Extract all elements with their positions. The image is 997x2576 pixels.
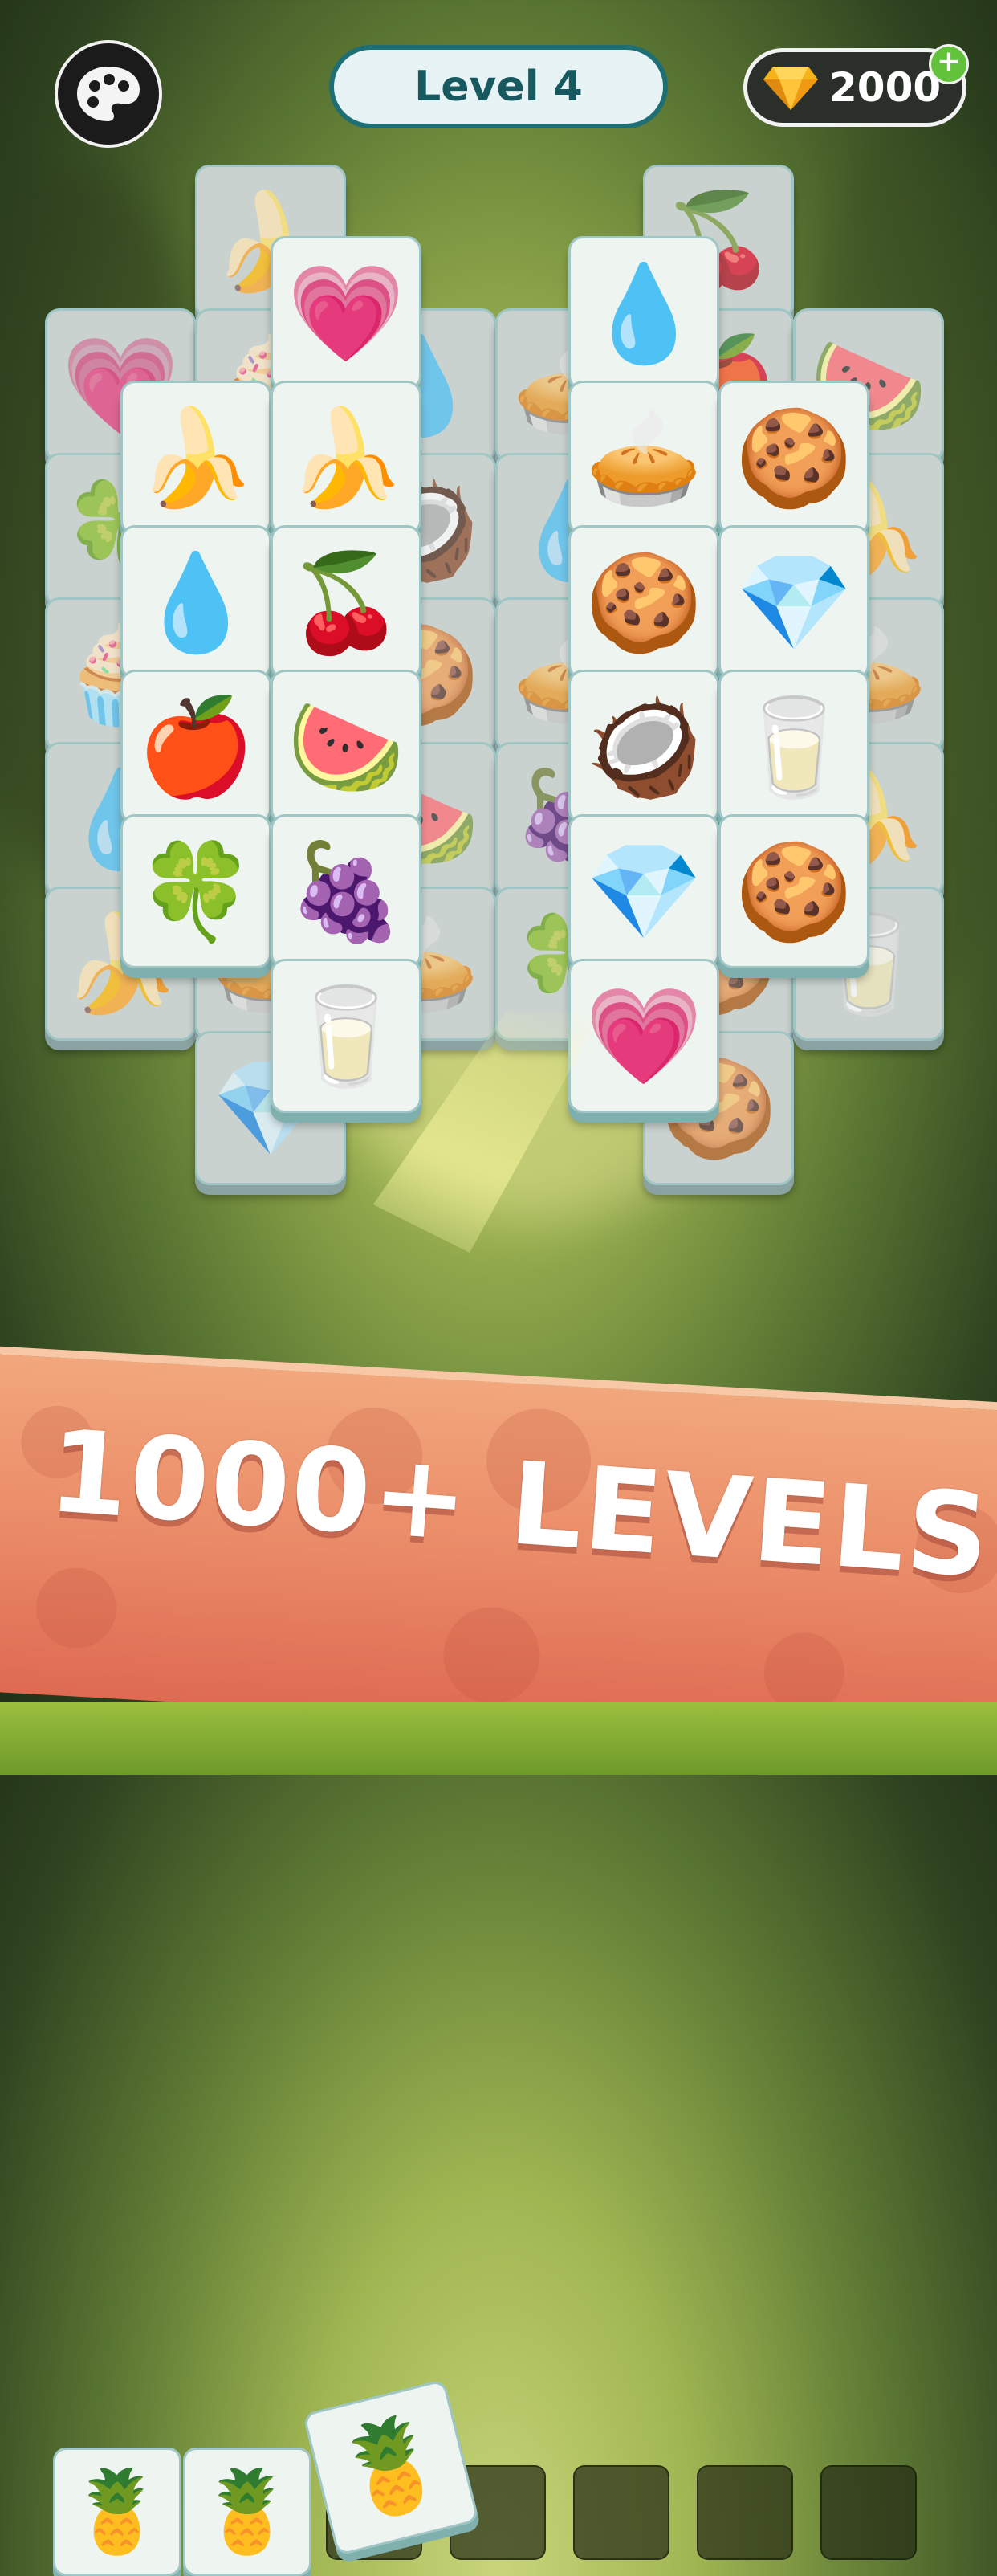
grape-icon: 🍇 — [287, 836, 405, 947]
milk-icon: 🥛 — [735, 691, 853, 802]
tile-watermelon[interactable]: 🍉 — [271, 670, 421, 824]
tray-slot — [573, 2465, 669, 2560]
tray-tile-pineapple: 🍍 — [53, 2448, 181, 2576]
tile-banana[interactable]: 🍌 — [120, 381, 271, 535]
banana-icon: 🍌 — [136, 402, 255, 513]
ground — [0, 1702, 997, 1775]
clover-icon: 🍀 — [136, 836, 255, 947]
tile-cookie[interactable]: 🍪 — [718, 381, 869, 535]
coconut-icon: 🥥 — [584, 691, 703, 802]
tile-heart[interactable]: 💗 — [568, 959, 719, 1113]
tile-milk[interactable]: 🥛 — [718, 670, 869, 824]
tile-diamond[interactable]: 💎 — [718, 525, 869, 679]
tile-diamond[interactable]: 💎 — [568, 814, 719, 968]
tray-slot — [697, 2465, 793, 2560]
pineapple-icon: 🍍 — [197, 2464, 298, 2558]
tile-cherry[interactable]: 🍒 — [271, 525, 421, 679]
diamond-icon: 💎 — [735, 547, 853, 658]
watermelon-icon: 🍉 — [287, 691, 405, 802]
drop-icon: 💧 — [136, 547, 255, 658]
cookie-icon: 🍪 — [735, 402, 853, 513]
tile-clover[interactable]: 🍀 — [120, 814, 271, 968]
tray-tile-pineapple: 🍍 — [183, 2448, 311, 2576]
diamond-icon: 💎 — [584, 836, 703, 947]
cookie-icon: 🍪 — [735, 836, 853, 947]
tile-milk[interactable]: 🥛 — [271, 959, 421, 1113]
tile-drop[interactable]: 💧 — [120, 525, 271, 679]
pineapple-icon: 🍍 — [324, 2403, 458, 2532]
apple-icon: 🍎 — [136, 691, 255, 802]
tile-drop[interactable]: 💧 — [568, 236, 719, 390]
tile-apple[interactable]: 🍎 — [120, 670, 271, 824]
cherry-icon: 🍒 — [287, 547, 405, 658]
banana-icon: 🍌 — [287, 402, 405, 513]
pineapple-icon: 🍍 — [67, 2464, 168, 2558]
tile-coconut[interactable]: 🥥 — [568, 670, 719, 824]
tile-grape[interactable]: 🍇 — [271, 814, 421, 968]
tile-cookie[interactable]: 🍪 — [568, 525, 719, 679]
tile-banana[interactable]: 🍌 — [271, 381, 421, 535]
tile-pie[interactable]: 🥧 — [568, 381, 719, 535]
tile-heart[interactable]: 💗 — [271, 236, 421, 390]
tile-cookie[interactable]: 🍪 — [718, 814, 869, 968]
tray-slot — [820, 2465, 917, 2560]
cookie-icon: 🍪 — [584, 547, 703, 658]
milk-icon: 🥛 — [287, 980, 405, 1091]
pie-icon: 🥧 — [584, 402, 703, 513]
heart-icon: 💗 — [584, 980, 703, 1091]
drop-icon: 💧 — [584, 258, 703, 369]
heart-icon: 💗 — [287, 258, 405, 369]
